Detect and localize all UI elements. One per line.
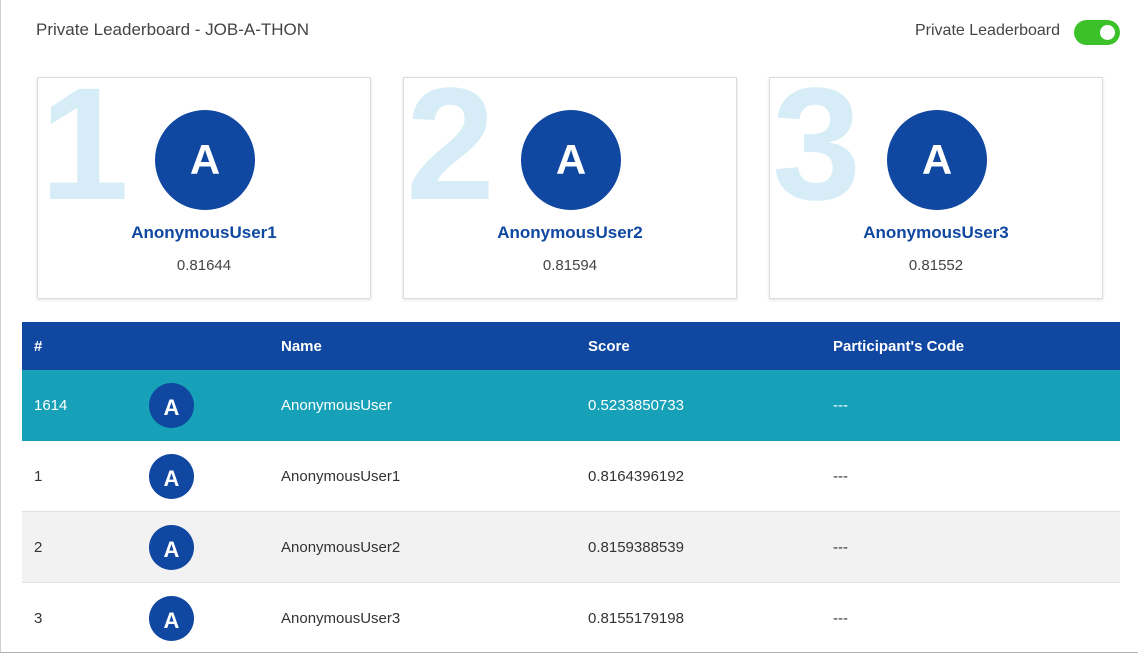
private-leaderboard-toggle-label: Private Leaderboard xyxy=(915,22,1060,39)
column-header-rank: # xyxy=(34,337,43,355)
avatar: A xyxy=(521,110,621,210)
table-row[interactable]: 2 A AnonymousUser2 0.8159388539 --- xyxy=(22,512,1120,583)
avatar: A xyxy=(149,382,194,428)
podium-card-1: 1 A AnonymousUser1 0.81644 xyxy=(37,77,371,299)
podium-user-name[interactable]: AnonymousUser2 xyxy=(404,223,736,243)
row-participant-code: --- xyxy=(833,467,848,485)
podium-rank-number: 3 xyxy=(772,77,861,233)
podium-score: 0.81552 xyxy=(908,257,964,274)
row-name: AnonymousUser2 xyxy=(281,538,401,556)
podium-rank-number: 1 xyxy=(40,77,129,233)
row-name: AnonymousUser1 xyxy=(281,467,401,485)
toggle-knob xyxy=(1100,25,1115,40)
avatar: A xyxy=(149,524,194,570)
column-header-score: Score xyxy=(588,337,630,355)
podium-card-2: 2 A AnonymousUser2 0.81594 xyxy=(403,77,737,299)
table-row[interactable]: 3 A AnonymousUser3 0.8155179198 --- xyxy=(22,583,1120,653)
row-score: 0.8164396192 xyxy=(588,467,684,485)
podium-user-name[interactable]: AnonymousUser3 xyxy=(770,223,1102,243)
row-name: AnonymousUser3 xyxy=(281,609,401,627)
avatar-cell: A xyxy=(149,512,194,582)
avatar-cell: A xyxy=(149,441,194,511)
podium-rank-number: 2 xyxy=(406,77,495,233)
avatar: A xyxy=(149,595,194,641)
podium-score: 0.81644 xyxy=(176,257,232,274)
row-participant-code: --- xyxy=(833,396,848,414)
avatar: A xyxy=(149,453,194,499)
row-participant-code: --- xyxy=(833,538,848,556)
private-leaderboard-toggle[interactable] xyxy=(1074,20,1120,45)
row-score: 0.8155179198 xyxy=(588,609,684,627)
leaderboard-table: # Name Score Participant's Code 1614 A A… xyxy=(22,322,1120,653)
row-score: 0.8159388539 xyxy=(588,538,684,556)
table-row-current-user[interactable]: 1614 A AnonymousUser 0.5233850733 --- xyxy=(22,370,1120,441)
leaderboard-page: Private Leaderboard - JOB-A-THON Private… xyxy=(0,0,1138,653)
row-rank: 1614 xyxy=(34,396,68,414)
avatar: A xyxy=(887,110,987,210)
podium-card-3: 3 A AnonymousUser3 0.81552 xyxy=(769,77,1103,299)
podium-user-name[interactable]: AnonymousUser1 xyxy=(38,223,370,243)
table-header: # Name Score Participant's Code xyxy=(22,322,1120,370)
table-row[interactable]: 1 A AnonymousUser1 0.8164396192 --- xyxy=(22,441,1120,512)
row-name: AnonymousUser xyxy=(281,396,392,414)
avatar-cell: A xyxy=(149,583,194,653)
row-participant-code: --- xyxy=(833,609,848,627)
avatar: A xyxy=(155,110,255,210)
column-header-participant-code: Participant's Code xyxy=(833,337,965,355)
row-rank: 3 xyxy=(34,609,43,627)
podium-score: 0.81594 xyxy=(542,257,598,274)
row-score: 0.5233850733 xyxy=(588,396,684,414)
column-header-name: Name xyxy=(281,337,322,355)
page-title: Private Leaderboard - JOB-A-THON xyxy=(36,20,310,39)
row-rank: 1 xyxy=(34,467,43,485)
avatar-cell: A xyxy=(149,370,194,440)
row-rank: 2 xyxy=(34,538,43,556)
